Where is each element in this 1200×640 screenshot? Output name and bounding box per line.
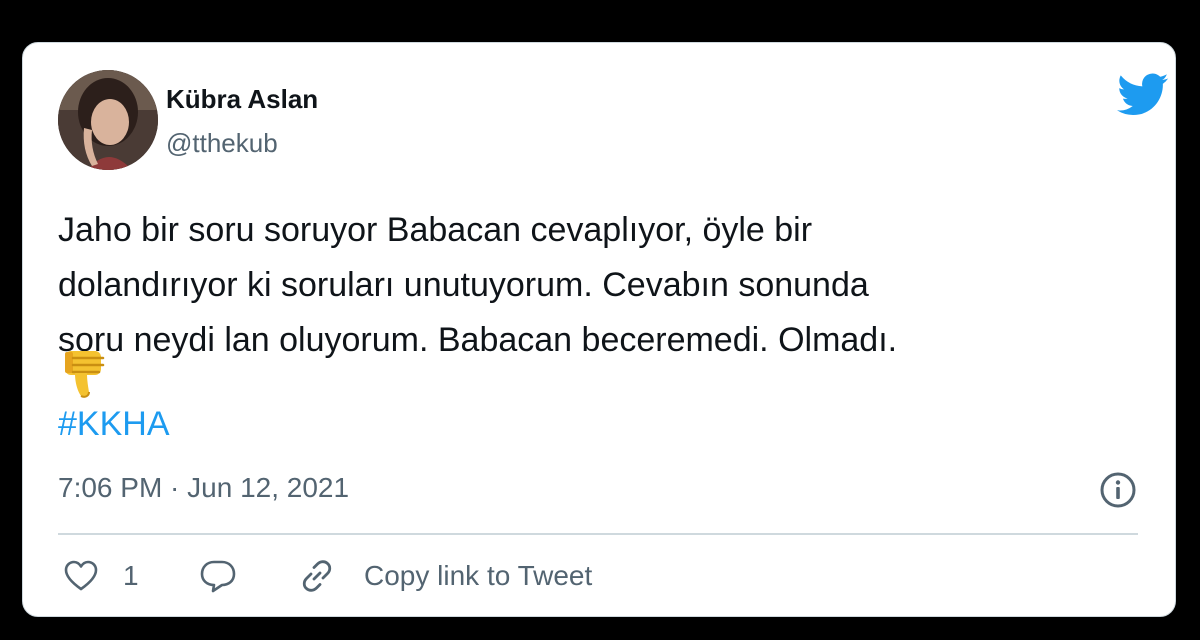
like-count: 1 [123, 560, 139, 591]
tweet-text-line: soru neydi lan oluyorum. Babacan becerem… [58, 321, 898, 359]
speech-bubble-icon [200, 560, 236, 593]
tweet-timestamp[interactable]: 7:06 PM · Jun 12, 2021 [58, 472, 349, 504]
hashtag-link[interactable]: #KKHA [58, 405, 170, 444]
tweet-text-line: dolandırıyor ki soruları unutuyorum. Cev… [58, 266, 869, 304]
avatar[interactable] [58, 70, 158, 170]
thumbs-down-emoji-icon [65, 351, 105, 398]
author-display-name[interactable]: Kübra Aslan [166, 84, 318, 115]
tweet-card: Kübra Aslan @tthekub Jaho bir soru soruy… [22, 42, 1176, 617]
twitter-bird-icon[interactable] [1117, 73, 1169, 117]
copy-link-label: Copy link to Tweet [364, 560, 593, 591]
link-icon [302, 560, 332, 592]
copy-link-button[interactable]: Copy link to Tweet [298, 554, 592, 598]
like-button[interactable]: 1 [63, 554, 139, 598]
divider [58, 533, 1138, 535]
tweet-text: Jaho bir soru soruyor Babacan cevaplıyor… [58, 203, 1138, 368]
info-icon[interactable] [1099, 471, 1137, 509]
heart-icon [64, 560, 98, 591]
tweet-text-line: Jaho bir soru soruyor Babacan cevaplıyor… [58, 211, 813, 249]
author-handle[interactable]: @tthekub [166, 128, 278, 159]
reply-button[interactable] [199, 554, 237, 598]
